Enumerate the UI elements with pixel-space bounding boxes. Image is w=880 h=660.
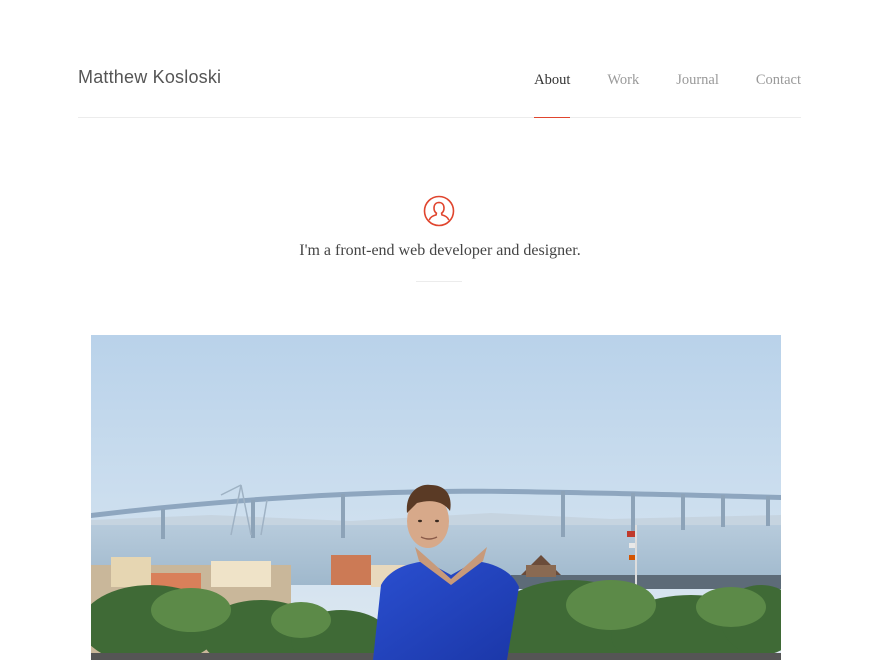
nav-label-contact: Contact	[755, 72, 801, 88]
intro-divider	[416, 281, 462, 282]
nav-label-about: About	[534, 72, 571, 88]
site-header: Matthew Kosloski About Work Journal Cont…	[78, 0, 801, 118]
nav-label-work: Work	[607, 72, 640, 88]
nav-item-work[interactable]: Work	[607, 0, 639, 117]
portrait-photo	[91, 335, 781, 660]
intro-tagline: I'm a front-end web developer and design…	[299, 242, 581, 259]
nav-label-journal: Journal	[676, 72, 719, 88]
nav-item-journal[interactable]: Journal	[676, 0, 719, 117]
user-icon	[423, 195, 455, 227]
nav-item-contact[interactable]: Contact	[756, 0, 801, 117]
site-brand[interactable]: Matthew Kosloski	[78, 67, 221, 88]
nav-item-about[interactable]: About	[534, 0, 571, 118]
nav-active-indicator	[534, 117, 571, 118]
main-nav: About Work Journal Contact	[497, 0, 801, 118]
